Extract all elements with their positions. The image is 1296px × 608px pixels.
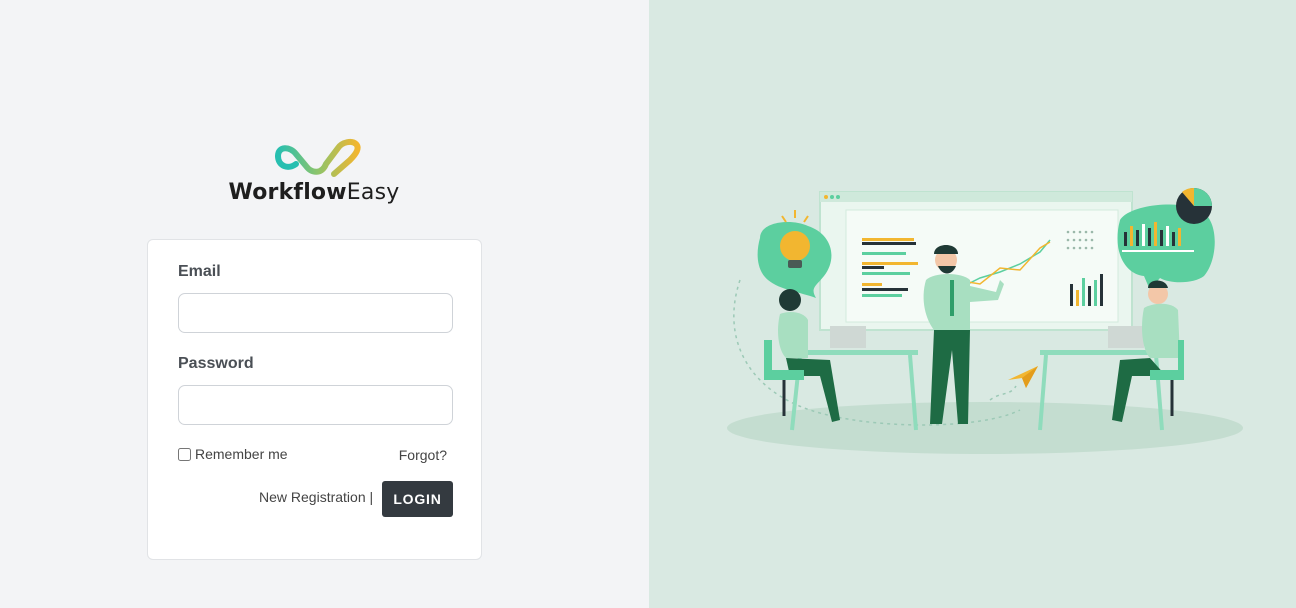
remember-me-label: Remember me [195,446,288,462]
team-dashboard-illustration-icon [727,187,1243,454]
email-label: Email [178,263,221,280]
brand-wordmark: WorkflowEasy [226,180,402,205]
remember-me-checkbox[interactable] [178,447,191,461]
forgot-password-link[interactable]: Forgot? [399,447,447,463]
brand-name-part2: Easy [346,180,400,205]
brand-logo: WorkflowEasy [226,136,402,216]
login-pane: WorkflowEasy Email Password Remember me … [0,0,649,608]
login-card: Email Password Remember me Forgot? New R… [147,239,482,560]
new-registration-link[interactable]: New Registration | [259,489,373,505]
remember-me[interactable]: Remember me [178,446,288,462]
email-field[interactable] [178,293,453,333]
logo-icon [275,138,361,177]
password-field[interactable] [178,385,453,425]
login-button[interactable]: LOGIN [382,481,453,517]
brand-name-part1: Workflow [228,180,347,205]
password-label: Password [178,355,254,372]
